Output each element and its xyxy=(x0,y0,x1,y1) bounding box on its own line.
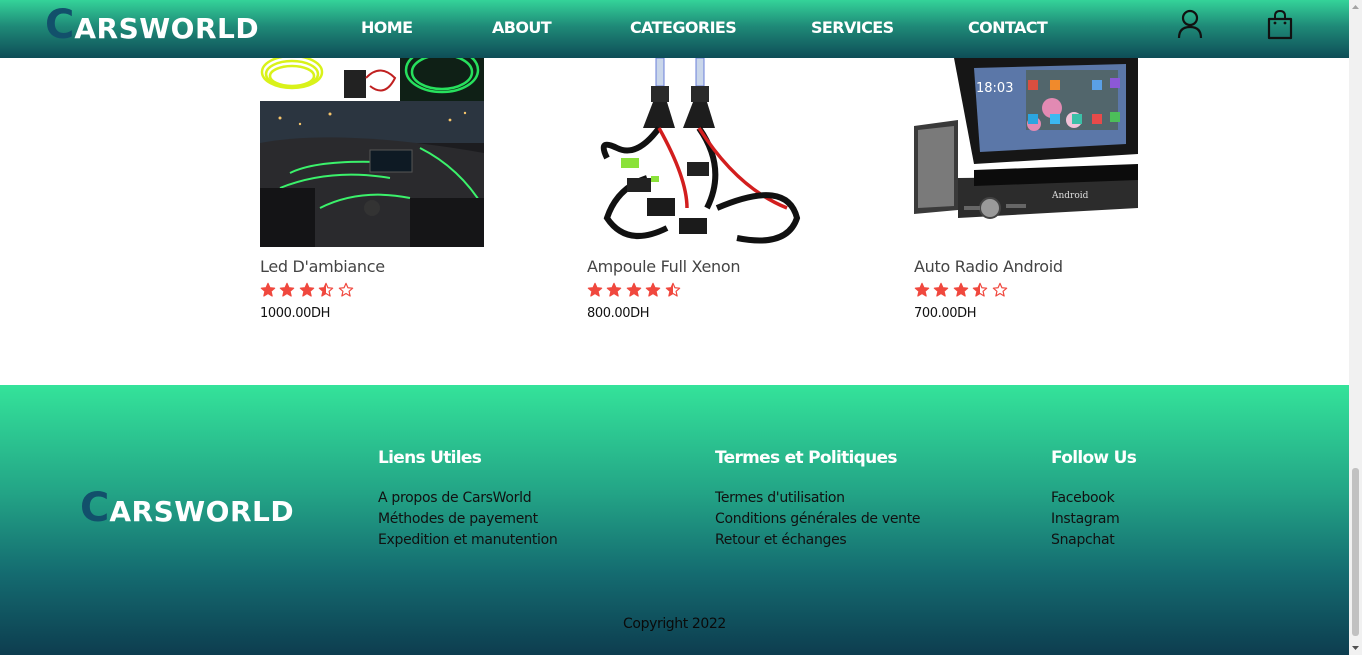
star-full-icon xyxy=(626,282,642,297)
user-icon[interactable] xyxy=(1177,9,1205,41)
logo-text: ARSWORLD xyxy=(74,12,260,45)
scroll-down-arrow-icon[interactable] xyxy=(1349,641,1362,655)
rating-stars xyxy=(587,282,684,300)
logo-text: ARSWORLD xyxy=(109,495,295,528)
star-full-icon xyxy=(934,282,949,297)
nav-categories[interactable]: CATEGORIES xyxy=(630,18,737,37)
logo-letter-c: C xyxy=(45,2,75,48)
radio-clock-text: 18:03 xyxy=(976,81,1013,96)
product-name[interactable]: Ampoule Full Xenon xyxy=(587,257,741,276)
scroll-up-arrow-icon[interactable] xyxy=(1349,0,1362,14)
star-half-icon xyxy=(665,282,680,297)
product-price: 700.00DH xyxy=(914,306,977,321)
footer-column-title: Termes et Politiques xyxy=(715,448,897,468)
copyright-text: Copyright 2022 xyxy=(623,616,726,632)
nav-home[interactable]: HOME xyxy=(361,18,413,37)
footer-link-termes-utilisation[interactable]: Termes d'utilisation xyxy=(715,488,920,509)
product-name[interactable]: Auto Radio Android xyxy=(914,257,1063,276)
footer-link-facebook[interactable]: Facebook xyxy=(1051,488,1136,509)
star-full-icon xyxy=(607,282,622,297)
footer-column-follow-us: Follow Us Facebook Instagram Snapchat xyxy=(1051,448,1137,551)
footer-link-expedition[interactable]: Expedition et manutention xyxy=(378,530,558,551)
footer-column-title: Follow Us xyxy=(1051,448,1137,468)
nav-about[interactable]: ABOUT xyxy=(492,18,552,37)
footer-column-title: Liens Utiles xyxy=(378,448,482,468)
footer-link-snapchat[interactable]: Snapchat xyxy=(1051,530,1136,551)
product-price: 800.00DH xyxy=(587,306,650,321)
product-image-xenon[interactable] xyxy=(587,58,811,247)
star-full-icon xyxy=(280,282,295,297)
logo-letter-c: C xyxy=(80,485,110,531)
nav-contact[interactable]: CONTACT xyxy=(968,18,1048,37)
star-half-icon xyxy=(318,282,334,297)
star-full-icon xyxy=(587,282,603,297)
nav-services[interactable]: SERVICES xyxy=(811,18,894,37)
footer-column-termes-politiques: Termes et Politiques Termes d'utilisatio… xyxy=(715,448,921,551)
site-footer: CARSWORLD Liens Utiles A propos de CarsW… xyxy=(0,385,1349,655)
scrollbar-thumb[interactable] xyxy=(1352,468,1359,636)
footer-link-conditions-vente[interactable]: Conditions générales de vente xyxy=(715,509,921,530)
footer-link-a-propos[interactable]: A propos de CarsWorld xyxy=(378,488,557,509)
footer-logo[interactable]: CARSWORLD xyxy=(80,485,294,531)
product-image-radio[interactable]: 18:03 Android xyxy=(914,58,1138,247)
product-card[interactable]: 18:03 Android Auto Radio Android 700.00D… xyxy=(914,58,1154,321)
star-half-icon xyxy=(972,282,988,297)
star-full-icon xyxy=(260,282,276,297)
star-full-icon xyxy=(299,282,315,297)
product-image-led[interactable] xyxy=(260,58,484,247)
product-name[interactable]: Led D'ambiance xyxy=(260,257,385,276)
rating-stars xyxy=(260,282,357,300)
star-full-icon xyxy=(953,282,969,297)
footer-link-instagram[interactable]: Instagram xyxy=(1051,509,1136,530)
star-full-icon xyxy=(914,282,930,297)
footer-link-retour-echanges[interactable]: Retour et échanges xyxy=(715,530,920,551)
site-logo[interactable]: CARSWORLD xyxy=(45,2,259,48)
product-card[interactable]: Ampoule Full Xenon 800.00DH xyxy=(587,58,827,321)
radio-brand-text: Android xyxy=(1051,191,1089,201)
star-empty-icon xyxy=(338,282,353,297)
footer-link-methodes-payement[interactable]: Méthodes de payement xyxy=(378,509,557,530)
footer-column-liens-utiles: Liens Utiles A propos de CarsWorld Métho… xyxy=(378,448,558,551)
star-empty-icon xyxy=(992,282,1007,297)
shopping-bag-icon[interactable] xyxy=(1267,9,1295,41)
page-scrollbar[interactable] xyxy=(1349,0,1362,655)
site-header: CARSWORLD HOME ABOUT CATEGORIES SERVICES… xyxy=(0,0,1349,58)
product-price: 1000.00DH xyxy=(260,306,330,321)
product-card[interactable]: Led D'ambiance 1000.00DH xyxy=(260,58,500,321)
rating-stars xyxy=(914,282,1011,300)
star-full-icon xyxy=(645,282,661,297)
